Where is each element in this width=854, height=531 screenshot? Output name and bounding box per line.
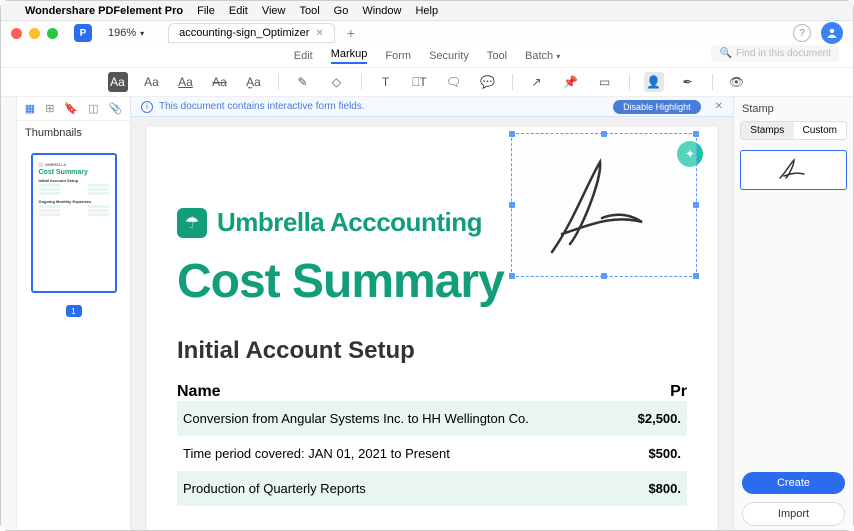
comment-tool-icon[interactable]: 💬 [478,72,498,92]
section-heading: Initial Account Setup [177,337,687,365]
search-placeholder: Find in this document [736,48,831,59]
help-icon[interactable]: ? [793,24,811,42]
document-canvas: i This document contains interactive for… [131,97,733,530]
notice-text: This document contains interactive form … [159,101,365,112]
mode-markup[interactable]: Markup [331,48,368,64]
resize-handle[interactable] [693,273,699,279]
menu-go[interactable]: Go [334,5,349,17]
strikethrough-tool-icon[interactable]: Aa [210,72,230,92]
arrow-tool-icon[interactable]: ↗ [527,72,547,92]
stamp-preview[interactable] [740,150,847,190]
signature-glyph [512,134,698,278]
info-icon: i [141,101,153,113]
rectangle-tool-icon[interactable]: ▭ [595,72,615,92]
zoom-level[interactable]: 196%▾ [108,27,144,39]
hide-tool-icon[interactable]: 👁 [727,72,747,92]
tab-custom[interactable]: Custom [794,122,847,139]
create-stamp-button[interactable]: Create [742,472,845,494]
resize-handle[interactable] [509,202,515,208]
squiggly-tool-icon[interactable]: A̰a [244,72,264,92]
app-logo-icon: P [74,24,92,42]
umbrella-icon: ☂ [177,208,207,238]
traffic-lights [11,28,58,39]
disable-highlight-button[interactable]: Disable Highlight [613,100,701,114]
mode-tabs: Edit Markup Form Security Tool Batch ▾ 🔍… [1,45,853,67]
signature-tool-icon[interactable]: ✒ [678,72,698,92]
document-tab[interactable]: accounting-sign_Optimizer ✕ [168,23,335,43]
page-number-badge: 1 [66,305,82,317]
menu-window[interactable]: Window [362,5,401,17]
menu-view[interactable]: View [262,5,286,17]
text-tool-icon[interactable]: Aa [142,72,162,92]
resize-handle[interactable] [601,273,607,279]
pdf-page[interactable]: ✦ ☂ Umbrella Acccounting Cost Summary In… [147,127,717,530]
mode-form[interactable]: Form [385,50,411,62]
table-row: Time period covered: JAN 01, 2021 to Pre… [177,436,687,471]
layers-icon[interactable]: ◫ [88,102,98,115]
col-name: Name [177,383,221,401]
underline-tool-icon[interactable]: Aa [176,72,196,92]
resize-handle[interactable] [509,273,515,279]
stamp-tool-icon[interactable]: 👤 [644,72,664,92]
grid-icon[interactable]: ⊞ [45,102,54,115]
highlight-tool-icon[interactable]: Aa [108,72,128,92]
window-chrome: P 196%▾ accounting-sign_Optimizer ✕ + ? [1,21,853,45]
table-row: Conversion from Angular Systems Inc. to … [177,401,687,436]
user-avatar[interactable] [821,22,843,44]
notice-close-icon[interactable]: ✕ [715,101,723,112]
attachment-icon[interactable]: 📎 [109,102,123,115]
col-price: Pr [670,383,687,401]
eraser-tool-icon[interactable]: ◇ [327,72,347,92]
tab-stamps[interactable]: Stamps [741,122,794,139]
brand-name: Umbrella Acccounting [217,207,482,238]
form-fields-notice: i This document contains interactive for… [131,97,733,117]
markup-toolbar: Aa Aa Aa Aa A̰a ✎ ◇ T ⎕T 🗨 💬 ↗ 📌 ▭ 👤 ✒ 👁 [1,67,853,97]
mode-tool[interactable]: Tool [487,50,507,62]
mode-batch[interactable]: Batch ▾ [525,50,560,62]
table-row: Production of Quarterly Reports $800. [177,471,687,506]
thumbnails-icon[interactable]: ▦ [25,102,35,115]
table-header: Name Pr [177,383,687,401]
signature-stamp[interactable] [511,133,697,277]
resize-handle[interactable] [693,202,699,208]
app-name[interactable]: Wondershare PDFelement Pro [25,5,183,17]
resize-handle[interactable] [693,131,699,137]
menu-file[interactable]: File [197,5,215,17]
callout-tool-icon[interactable]: ⎕T [410,72,430,92]
close-window-button[interactable] [11,28,22,39]
resize-handle[interactable] [601,131,607,137]
minimize-window-button[interactable] [29,28,40,39]
stamp-panel-label: Stamp [734,97,853,121]
menu-tool[interactable]: Tool [299,5,319,17]
bookmark-icon[interactable]: 🔖 [64,102,78,115]
maximize-window-button[interactable] [47,28,58,39]
document-tabs: accounting-sign_Optimizer ✕ + [168,23,361,43]
close-tab-icon[interactable]: ✕ [315,28,323,39]
menu-help[interactable]: Help [415,5,438,17]
note-tool-icon[interactable]: 🗨 [444,72,464,92]
thumbnail-panel: ▦ ⊞ 🔖 ◫ 📎 Thumbnails ⬜ UMBRELLA Cost Sum… [17,97,131,530]
resize-handle[interactable] [509,131,515,137]
stamp-panel: Stamp Stamps Custom Create Import [733,97,853,530]
mode-security[interactable]: Security [429,50,469,62]
menu-edit[interactable]: Edit [229,5,248,17]
new-tab-button[interactable]: + [341,23,361,43]
stamp-tabs: Stamps Custom [740,121,847,140]
pin-tool-icon[interactable]: 📌 [561,72,581,92]
page-thumbnail[interactable]: ⬜ UMBRELLA Cost Summary Initial Account … [31,153,117,293]
panel-icons: ▦ ⊞ 🔖 ◫ 📎 [17,97,130,121]
thumbnails-label: Thumbnails [17,121,130,145]
pencil-tool-icon[interactable]: ✎ [293,72,313,92]
tab-title: accounting-sign_Optimizer [179,27,309,39]
textbox-tool-icon[interactable]: T [376,72,396,92]
import-stamp-button[interactable]: Import [742,502,845,526]
search-icon: 🔍 [719,48,731,59]
left-rail [1,97,17,530]
macos-menubar: Wondershare PDFelement Pro File Edit Vie… [1,1,853,21]
search-input[interactable]: 🔍 Find in this document [711,45,839,62]
mode-edit[interactable]: Edit [294,50,313,62]
